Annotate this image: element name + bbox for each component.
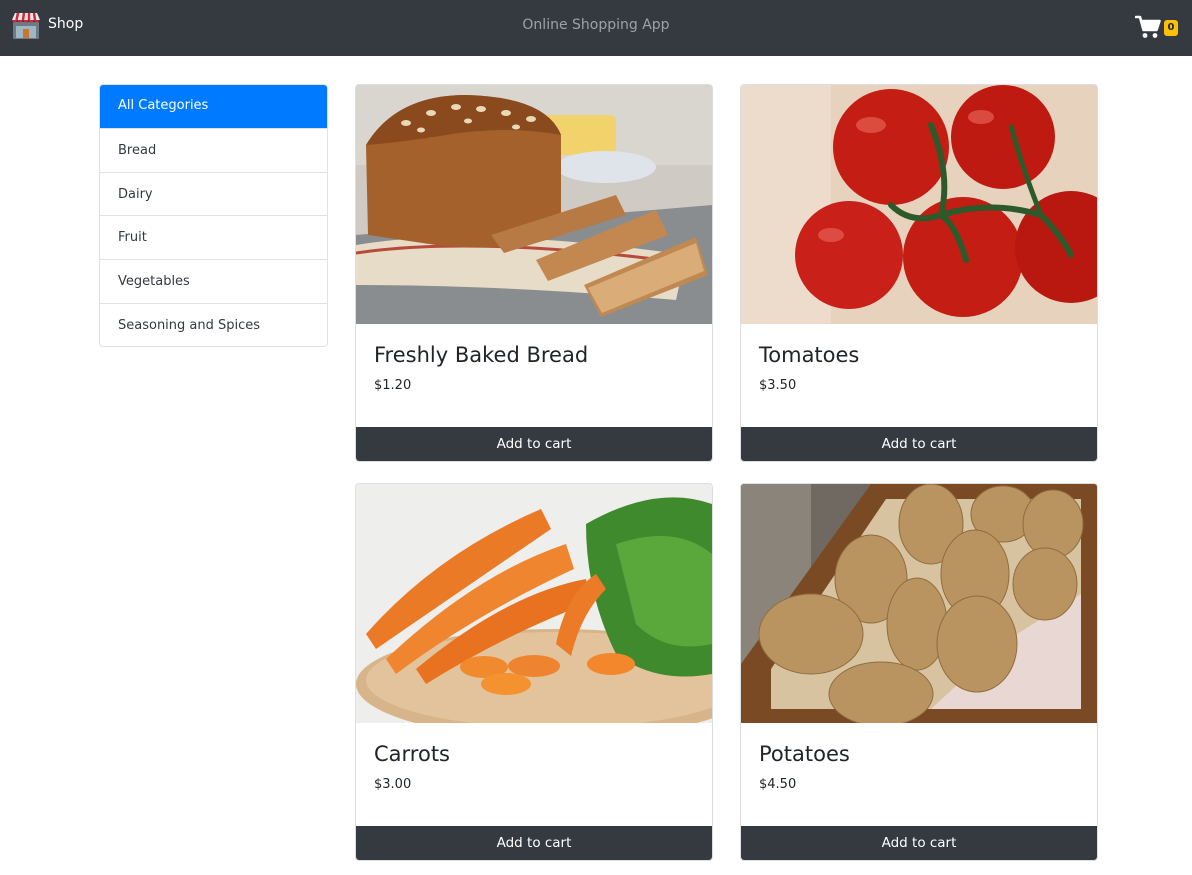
category-vegetables[interactable]: Vegetables (100, 259, 327, 303)
product-name: Freshly Baked Bread (374, 343, 589, 367)
category-seasoning-and-spices[interactable]: Seasoning and Spices (100, 302, 327, 347)
tomatoes-photo (741, 85, 1097, 324)
shopping-cart-icon (1135, 15, 1161, 38)
potatoes-photo (741, 484, 1097, 723)
product-name: Potatoes (759, 742, 850, 766)
add-to-cart-button[interactable]: Add to cart (741, 427, 1097, 461)
navbar: Shop Online Shopping App 0 (0, 0, 1192, 56)
product-name: Tomatoes (759, 343, 860, 367)
category-list: All Categories Bread Dairy Fruit Vegetab… (99, 84, 328, 348)
category-dairy[interactable]: Dairy (100, 171, 327, 216)
product-price: $3.50 (759, 378, 797, 393)
carrots-photo (356, 484, 712, 723)
product-price: $1.20 (374, 378, 412, 393)
add-to-cart-button[interactable]: Add to cart (356, 826, 712, 860)
product-card: Potatoes $4.50 Add to cart (740, 483, 1098, 861)
app-title: Online Shopping App (522, 17, 670, 33)
add-to-cart-button[interactable]: Add to cart (356, 427, 712, 461)
product-name: Carrots (374, 742, 450, 766)
cart-button[interactable]: 0 (1135, 15, 1181, 41)
category-fruit[interactable]: Fruit (100, 215, 327, 259)
bread-photo (356, 85, 712, 324)
product-price: $4.50 (759, 777, 797, 792)
category-bread[interactable]: Bread (100, 128, 327, 172)
category-all-categories[interactable]: All Categories (100, 85, 327, 128)
product-price: $3.00 (374, 777, 412, 792)
product-card: Freshly Baked Bread $1.20 Add to cart (355, 84, 713, 462)
cart-count-badge: 0 (1164, 20, 1178, 36)
product-card: Carrots $3.00 Add to cart (355, 483, 713, 861)
product-card: Tomatoes $3.50 Add to cart (740, 84, 1098, 462)
add-to-cart-button[interactable]: Add to cart (741, 826, 1097, 860)
